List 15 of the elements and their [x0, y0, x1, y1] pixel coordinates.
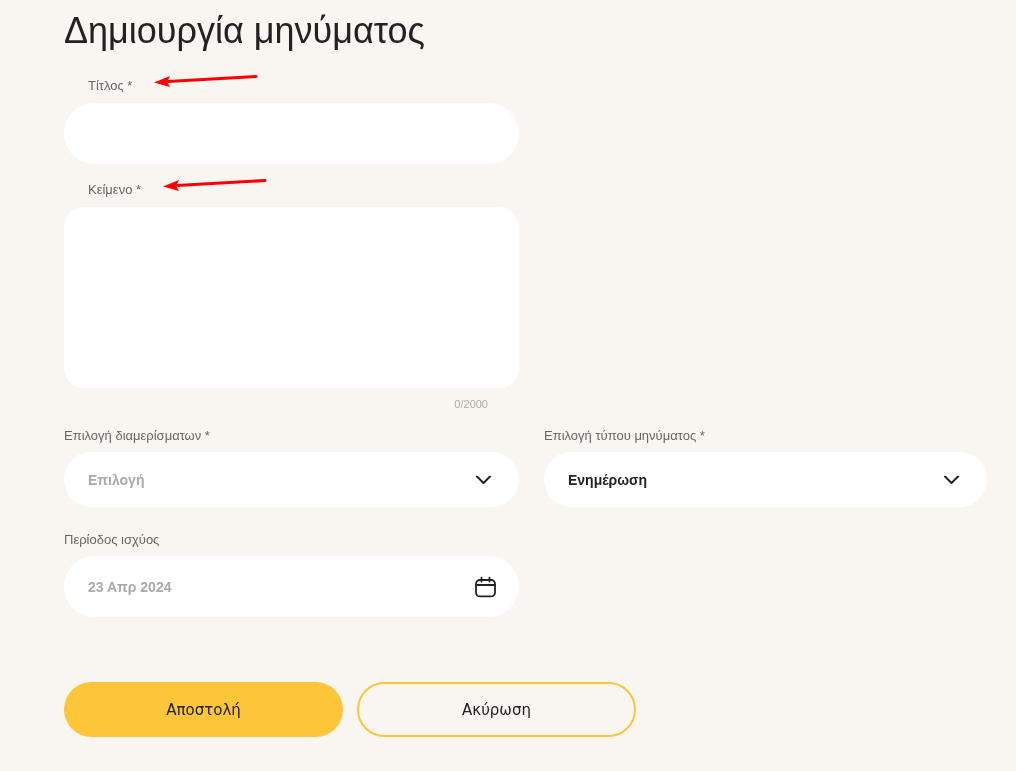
field-label: Περίοδος ισχύος — [64, 532, 160, 548]
submit-button[interactable]: Αποστολή — [64, 682, 343, 737]
field-label: Κείμενο * — [88, 182, 142, 198]
date-field[interactable]: 23 Απρ 2024 — [64, 556, 519, 617]
field-label: Επιλογή διαμερίσματων * — [64, 428, 210, 444]
field-label: Επιλογή τύπου μηνύματος * — [544, 428, 705, 444]
dropdown[interactable]: Επιλογή — [64, 452, 519, 507]
chevron-down-icon — [944, 475, 959, 484]
page-title: Δημιουργία μηνύματος — [64, 11, 425, 51]
character-counter: 0/2000 — [453, 397, 489, 411]
dropdown[interactable]: Ενημέρωση — [544, 452, 987, 507]
chevron-down-icon — [476, 475, 491, 484]
field-label: Τίτλος * — [88, 78, 133, 94]
cancel-button[interactable]: Ακύρωση — [357, 682, 636, 737]
calendar-icon[interactable] — [475, 576, 496, 597]
